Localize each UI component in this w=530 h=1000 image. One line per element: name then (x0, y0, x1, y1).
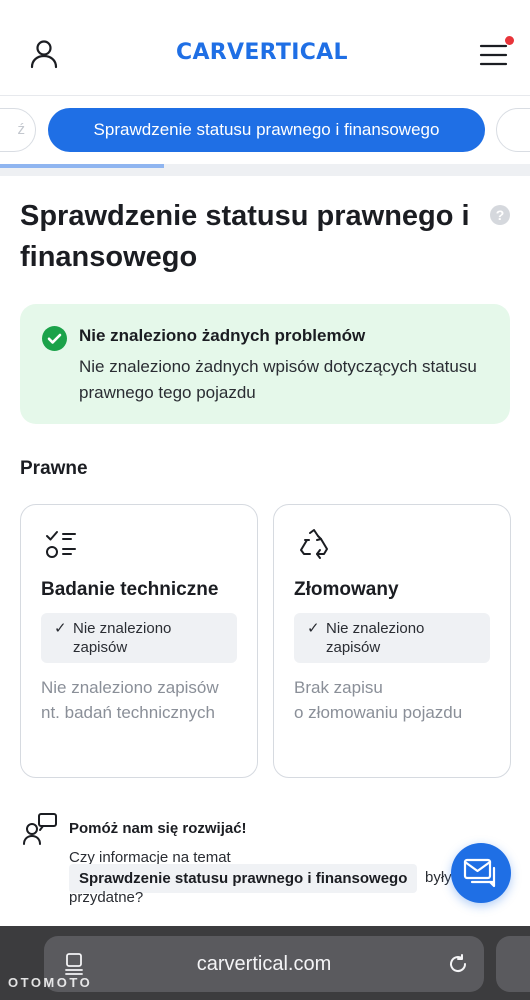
card-title: Badanie techniczne (41, 579, 219, 600)
card-description-line: nt. badań technicznych (41, 703, 215, 722)
card-scrapped: Złomowany ✓ Nie znaleziono zapisów Brak … (273, 504, 511, 778)
help-icon[interactable]: ? (490, 205, 510, 225)
card-description: Nie znaleziono zapisów nt. badań technic… (41, 675, 251, 725)
section-label-legal: Prawne (20, 458, 88, 479)
success-alert: Nie znaleziono żadnych problemów Nie zna… (20, 304, 510, 424)
feedback-icon (22, 812, 58, 846)
card-description-line: Brak zapisu (294, 678, 383, 697)
recycle-icon (296, 527, 332, 563)
card-description-line: o złomowaniu pojazdu (294, 703, 463, 722)
checkmark-icon: ✓ (54, 620, 67, 637)
scroll-progress-fill (0, 164, 164, 168)
status-badge: ✓ Nie znaleziono zapisów (294, 613, 490, 663)
check-circle-icon (42, 326, 67, 351)
alert-title: Nie znaleziono żadnych problemów (79, 326, 366, 345)
chat-button[interactable] (451, 843, 511, 903)
checkmark-icon: ✓ (307, 620, 320, 637)
section-tabs: ź Sprawdzenie statusu prawnego i finanso… (0, 96, 530, 166)
alert-text: Nie znaleziono żadnych wpisów dotyczącyc… (79, 357, 477, 402)
hamburger-menu-icon[interactable] (478, 36, 514, 70)
feedback-question-end: przydatne? (69, 889, 144, 906)
notification-dot (505, 36, 514, 45)
page-title: Sprawdzenie statusu prawnego i finansowe… (20, 200, 470, 273)
card-description: Brak zapisu o złomowaniu pojazdu (294, 675, 504, 725)
watermark-logo: OTOMOTO (8, 975, 93, 990)
tab-previous[interactable]: ź (0, 108, 36, 152)
carvertical-logo[interactable]: CARVERTICAL (176, 40, 348, 65)
card-technical-inspection: Badanie techniczne ✓ Nie znaleziono zapi… (20, 504, 258, 778)
reload-icon[interactable] (446, 952, 470, 976)
card-description-line: Nie znaleziono zapisów (41, 678, 219, 697)
app-header: CARVERTICAL (0, 0, 530, 96)
tab-legal-financial-status[interactable]: Sprawdzenie statusu prawnego i finansowe… (48, 108, 485, 152)
status-badge-label: Nie znaleziono zapisów (73, 620, 172, 656)
url-text: carvertical.com (196, 953, 332, 975)
scroll-progress-track (0, 164, 530, 176)
tab-next[interactable] (496, 108, 530, 152)
user-icon[interactable] (28, 38, 60, 70)
status-badge: ✓ Nie znaleziono zapisów (41, 613, 237, 663)
checklist-icon (43, 527, 79, 563)
browser-tab-peek[interactable] (496, 936, 530, 992)
feedback-question-mid: były (425, 869, 452, 886)
address-bar[interactable]: carvertical.com (44, 936, 484, 992)
status-badge-label: Nie znaleziono zapisów (326, 620, 425, 656)
card-title: Złomowany (294, 579, 399, 600)
chat-icon (463, 858, 496, 888)
feedback-title: Pomóż nam się rozwijać! (69, 820, 247, 837)
tab-previous-label: ź (17, 121, 26, 138)
